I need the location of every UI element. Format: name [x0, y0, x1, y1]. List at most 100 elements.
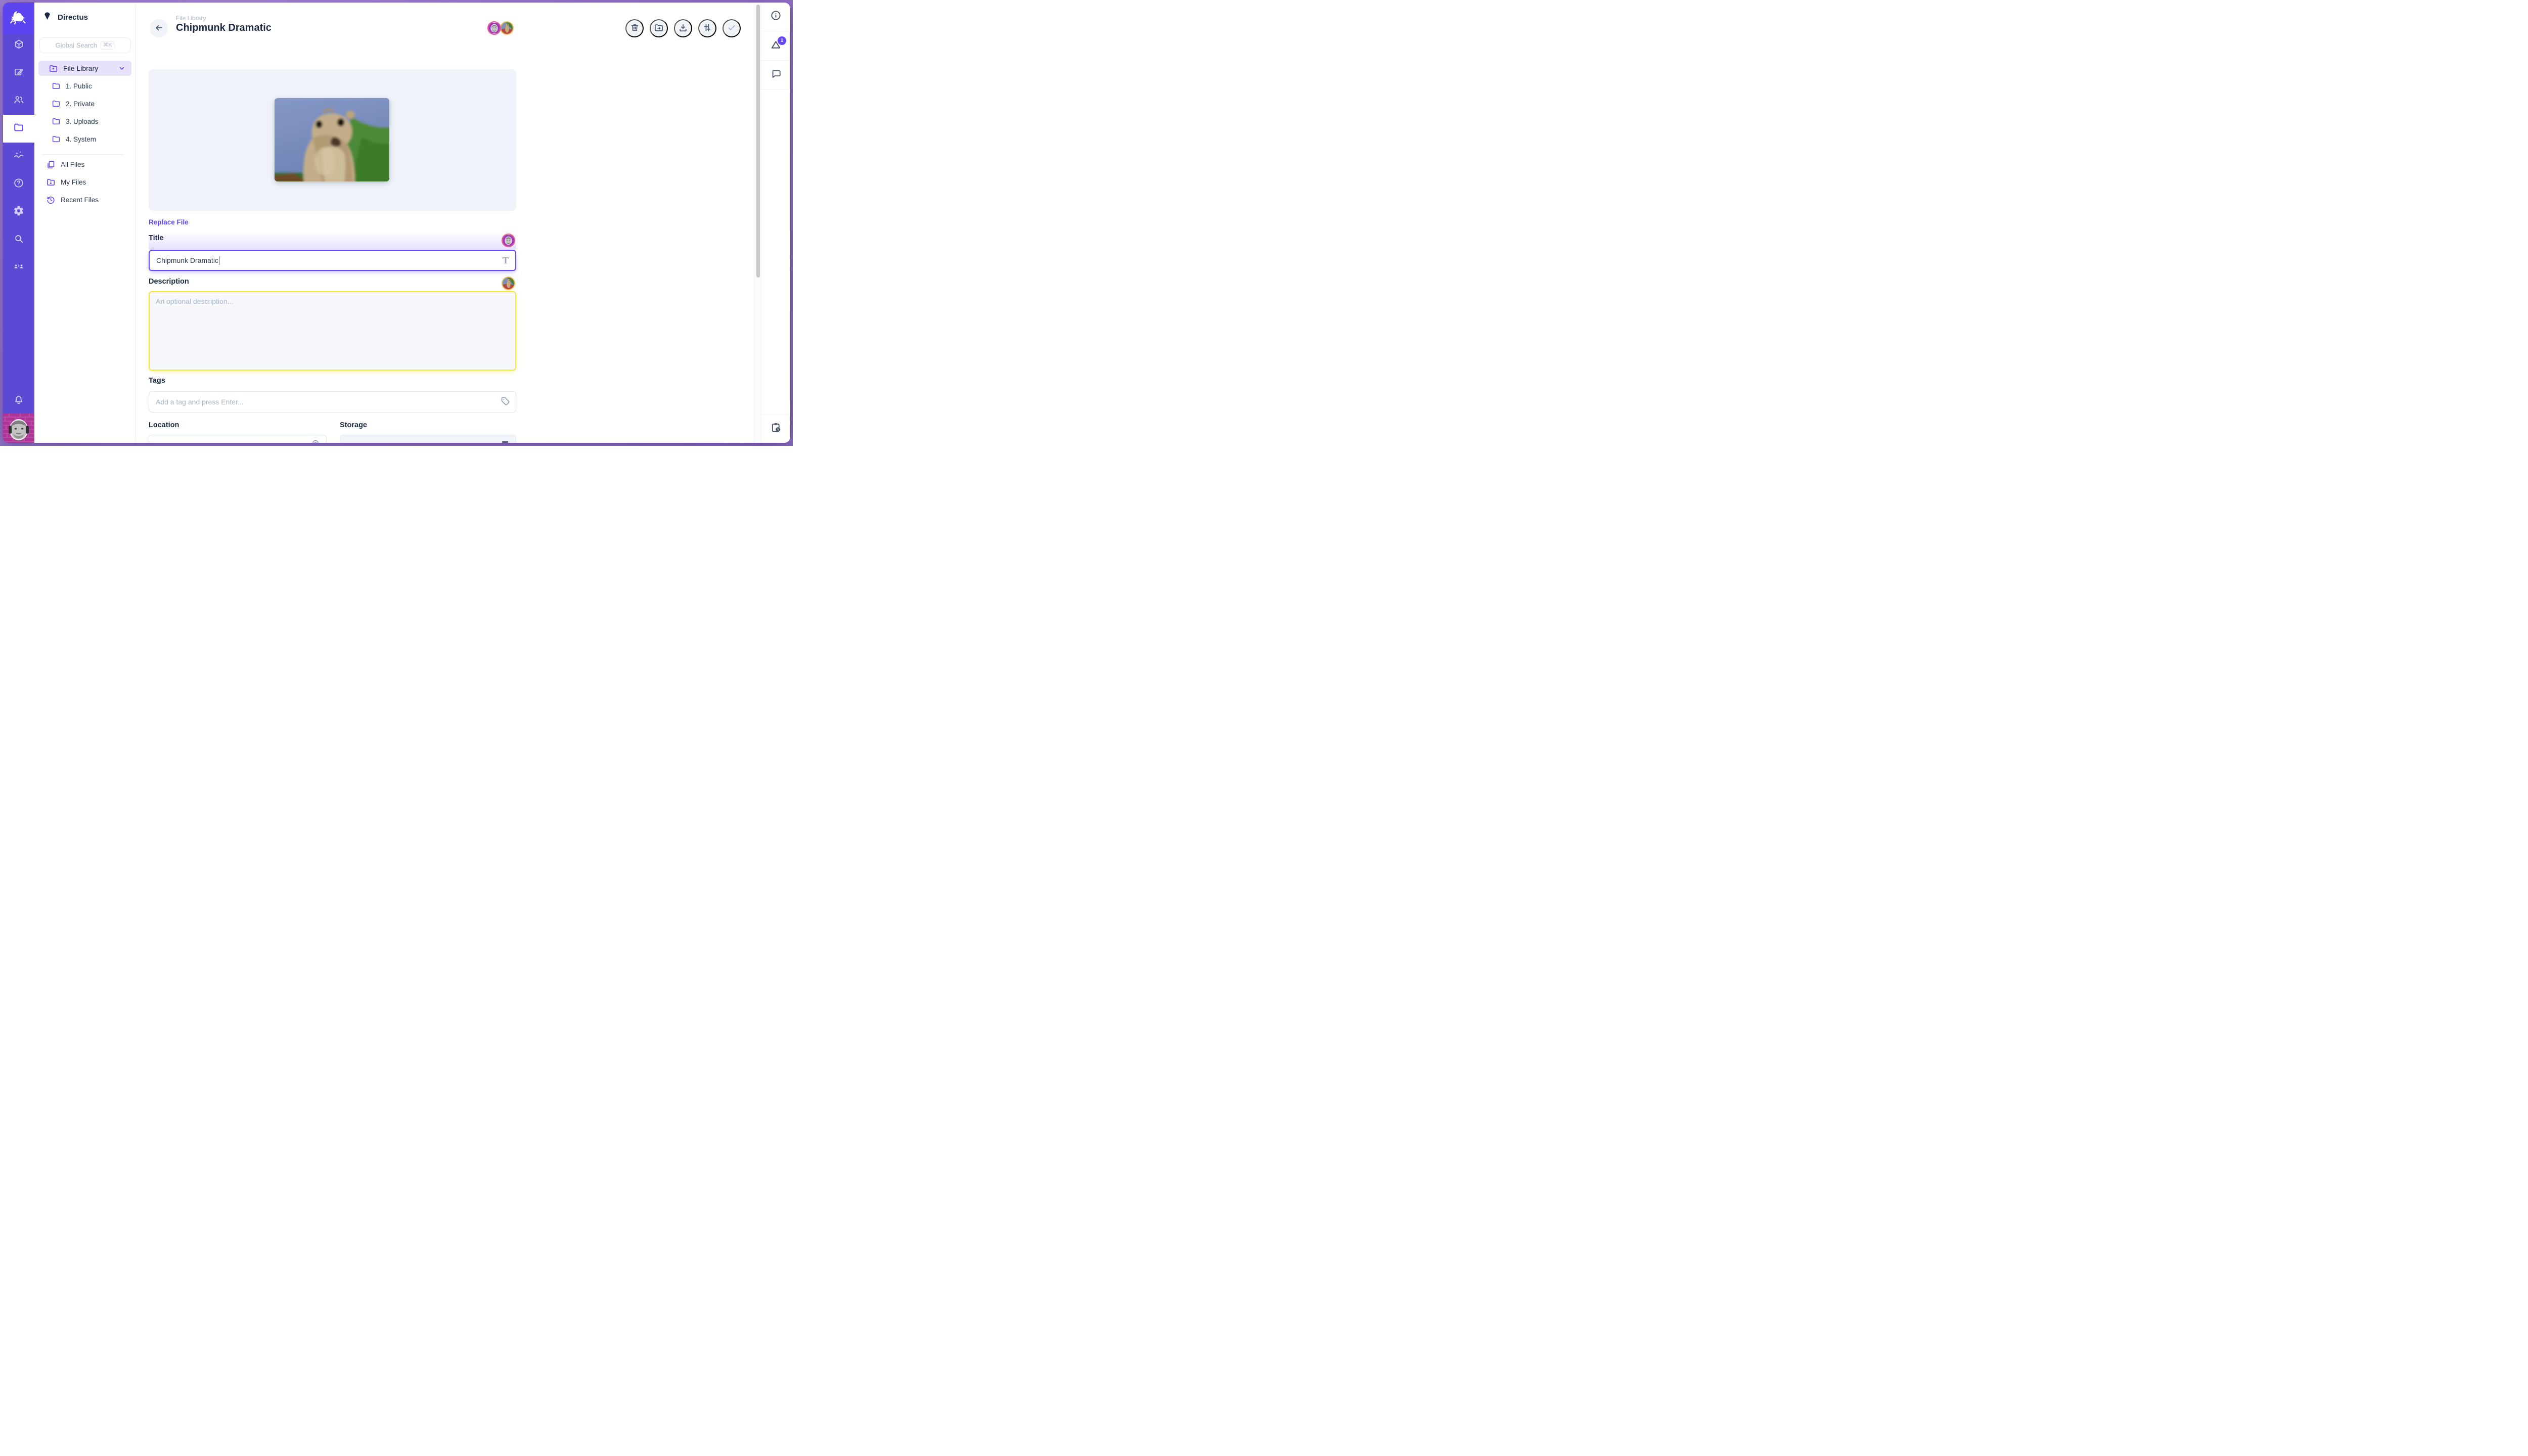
sidebar-item-label: Recent Files	[61, 196, 99, 204]
sidebar-folder-public[interactable]: 1. Public	[38, 78, 131, 94]
bell-icon	[13, 394, 24, 408]
arrow-left-icon	[154, 23, 164, 34]
module-content[interactable]	[3, 31, 34, 59]
sidebar-folder-uploads[interactable]: 3. Uploads	[38, 114, 131, 129]
folder-label: 3. Uploads	[66, 118, 99, 125]
folder-icon	[52, 134, 61, 144]
database-icon	[500, 439, 510, 443]
sidebar-item-all-files[interactable]: All Files	[38, 157, 131, 172]
directus-logo-button[interactable]	[3, 3, 34, 34]
title-field-label: Title	[149, 234, 164, 242]
sidebar-folder-private[interactable]: 2. Private	[38, 96, 131, 111]
check-icon	[727, 23, 737, 34]
folder-label: 2. Private	[66, 100, 95, 108]
right-sidebar: 1	[761, 3, 790, 443]
download-button[interactable]	[674, 19, 692, 37]
module-user-directory[interactable]	[3, 87, 34, 115]
folder-label: 4. System	[66, 135, 96, 143]
sidebar-item-recent-files[interactable]: Recent Files	[38, 192, 131, 207]
pending-actions-icon	[770, 422, 782, 436]
sidebar-item-label: My Files	[61, 178, 86, 186]
description-field-label: Description	[149, 278, 189, 286]
location-field-label: Location	[149, 421, 179, 429]
desktop-background: Directus Global Search ⌘K File Library 1…	[0, 0, 793, 446]
collaborator-avatar-chipmunk[interactable]	[500, 21, 514, 35]
notifications-bell-button[interactable]	[3, 391, 34, 411]
title-presence-glow	[149, 231, 516, 250]
revisions-count-badge: 1	[778, 36, 786, 45]
map-pin-icon	[310, 439, 321, 443]
page-scrollbar-track[interactable]	[754, 3, 761, 443]
help-icon	[13, 177, 24, 191]
sidebar-folder-system[interactable]: 4. System	[38, 131, 131, 147]
title-input[interactable]: Chipmunk Dramatic T	[149, 250, 516, 271]
description-textarea[interactable]	[149, 291, 516, 371]
chipmunk-image[interactable]	[275, 98, 389, 181]
info-sidebar-button[interactable]	[761, 3, 790, 31]
module-insights[interactable]	[3, 143, 34, 170]
nav-divider	[41, 154, 124, 155]
title-formatter-icon: T	[503, 255, 509, 266]
delete-button[interactable]	[625, 19, 644, 37]
nav-sidebar: Directus Global Search ⌘K File Library 1…	[34, 3, 136, 443]
tune-icon	[702, 23, 712, 34]
folder-icon	[52, 81, 61, 90]
module-file-library-active[interactable]	[3, 115, 34, 143]
current-user-avatar[interactable]	[3, 414, 34, 443]
collaborator-avatar-user[interactable]	[487, 21, 501, 35]
download-icon	[678, 23, 688, 34]
folder-user-icon	[46, 177, 56, 187]
settings-icon	[13, 205, 24, 219]
module-bar	[3, 3, 34, 443]
sidebar-item-label: File Library	[63, 64, 98, 72]
history-icon	[46, 195, 56, 205]
revisions-sidebar-button[interactable]: 1	[761, 32, 790, 61]
copies-icon	[46, 160, 56, 169]
rabbit-logo-icon	[10, 10, 28, 27]
tags-field-label: Tags	[149, 377, 165, 385]
module-help[interactable]	[3, 170, 34, 198]
move-to-folder-button[interactable]	[650, 19, 668, 37]
cube-icon	[14, 39, 24, 52]
replace-file-link[interactable]: Replace File	[149, 218, 189, 226]
search-shortcut-badge: ⌘K	[101, 41, 115, 50]
save-button[interactable]	[723, 19, 741, 37]
location-input[interactable]	[149, 435, 327, 443]
folder-icon	[52, 117, 61, 126]
module-settings[interactable]	[3, 198, 34, 226]
edit-icon	[14, 67, 24, 80]
storage-field-label: Storage	[340, 421, 367, 429]
activity-log-button[interactable]	[761, 414, 790, 443]
storage-input-disabled	[340, 435, 516, 443]
back-button[interactable]	[150, 19, 168, 37]
folder-icon	[52, 99, 61, 108]
sidebar-item-my-files[interactable]: My Files	[38, 174, 131, 190]
trash-icon	[630, 23, 640, 34]
page-title: Chipmunk Dramatic	[176, 22, 272, 34]
tags-input[interactable]	[149, 391, 516, 413]
project-chooser[interactable]: Directus	[42, 10, 88, 25]
breadcrumb[interactable]: File Library	[176, 15, 206, 22]
chevron-down-icon[interactable]	[117, 64, 126, 73]
comments-sidebar-button[interactable]	[761, 61, 790, 89]
module-search[interactable]	[3, 226, 34, 254]
move-folder-icon	[654, 23, 664, 34]
module-editor[interactable]	[3, 59, 34, 87]
text-caret	[219, 256, 220, 265]
module-translations[interactable]	[3, 254, 34, 282]
project-name: Directus	[58, 13, 88, 22]
title-editing-avatar[interactable]	[502, 234, 515, 247]
sparkle-wave-icon	[13, 150, 24, 163]
file-preview-card[interactable]	[149, 69, 516, 211]
app-window: Directus Global Search ⌘K File Library 1…	[3, 3, 790, 443]
users-icon	[13, 94, 24, 108]
folder-label: 1. Public	[66, 82, 92, 90]
sidebar-item-file-library[interactable]: File Library	[38, 61, 131, 76]
search-icon	[13, 233, 24, 247]
description-editing-avatar[interactable]	[502, 277, 515, 290]
page-scrollbar-thumb[interactable]	[756, 5, 760, 278]
file-options-button[interactable]	[698, 19, 716, 37]
comment-icon	[771, 68, 782, 82]
folder-icon	[13, 122, 24, 135]
global-search-input[interactable]: Global Search ⌘K	[39, 37, 130, 53]
